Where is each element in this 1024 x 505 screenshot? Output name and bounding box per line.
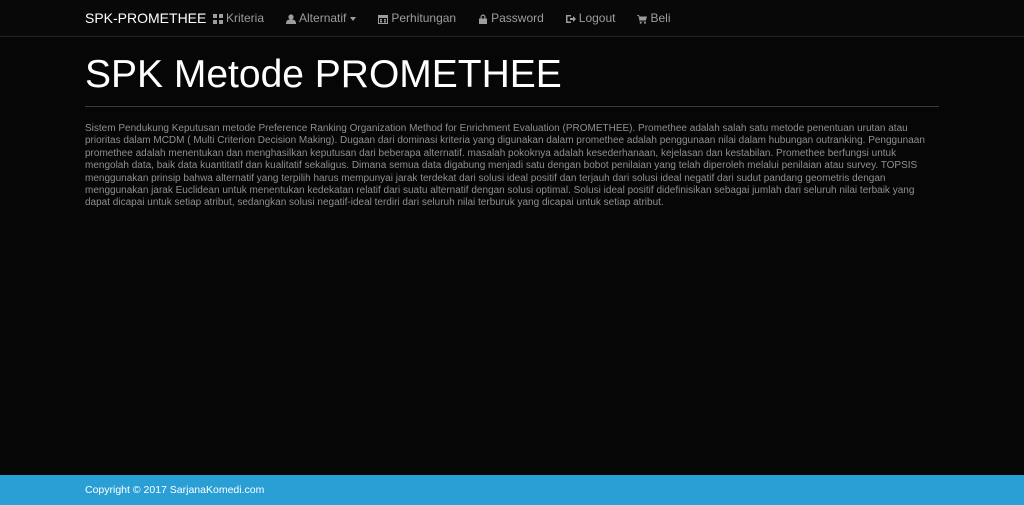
calendar-icon <box>378 14 389 24</box>
description-text: Sistem Pendukung Keputusan metode Prefer… <box>85 123 925 209</box>
copyright-text: Copyright © 2017 SarjanaKomedi.com <box>85 484 265 496</box>
nav-item-label: Alternatif <box>299 11 347 25</box>
nav-item-label: Password <box>491 11 544 25</box>
nav-item-label: Logout <box>578 11 616 25</box>
navbar: SPK-PROMETHEE Kriteria Alternatif Perhit… <box>0 0 1024 37</box>
user-icon <box>286 13 297 24</box>
lock-icon <box>479 14 488 24</box>
nav-item-alternatif[interactable]: Alternatif <box>286 0 357 37</box>
nav-item-label: Perhitungan <box>391 11 457 25</box>
nav-item-perhitungan[interactable]: Perhitungan <box>378 0 456 37</box>
divider <box>85 106 939 107</box>
brand-link[interactable]: SPK-PROMETHEE <box>85 10 206 27</box>
footer: Copyright © 2017 SarjanaKomedi.com <box>0 475 1024 505</box>
logout-icon <box>565 14 576 23</box>
chevron-down-icon <box>350 16 357 21</box>
grid-icon <box>213 13 223 24</box>
nav-item-kriteria[interactable]: Kriteria <box>213 0 264 37</box>
nav-item-logout[interactable]: Logout <box>565 0 616 37</box>
page-title: SPK Metode PROMETHEE <box>85 53 562 96</box>
nav-item-label: Beli <box>650 11 671 25</box>
nav-item-beli[interactable]: Beli <box>637 0 671 37</box>
nav-item-password[interactable]: Password <box>478 0 544 37</box>
cart-icon <box>637 14 648 24</box>
nav-item-label: Kriteria <box>226 11 265 25</box>
nav-menu: Kriteria Alternatif Perhitungan Password <box>213 0 693 37</box>
